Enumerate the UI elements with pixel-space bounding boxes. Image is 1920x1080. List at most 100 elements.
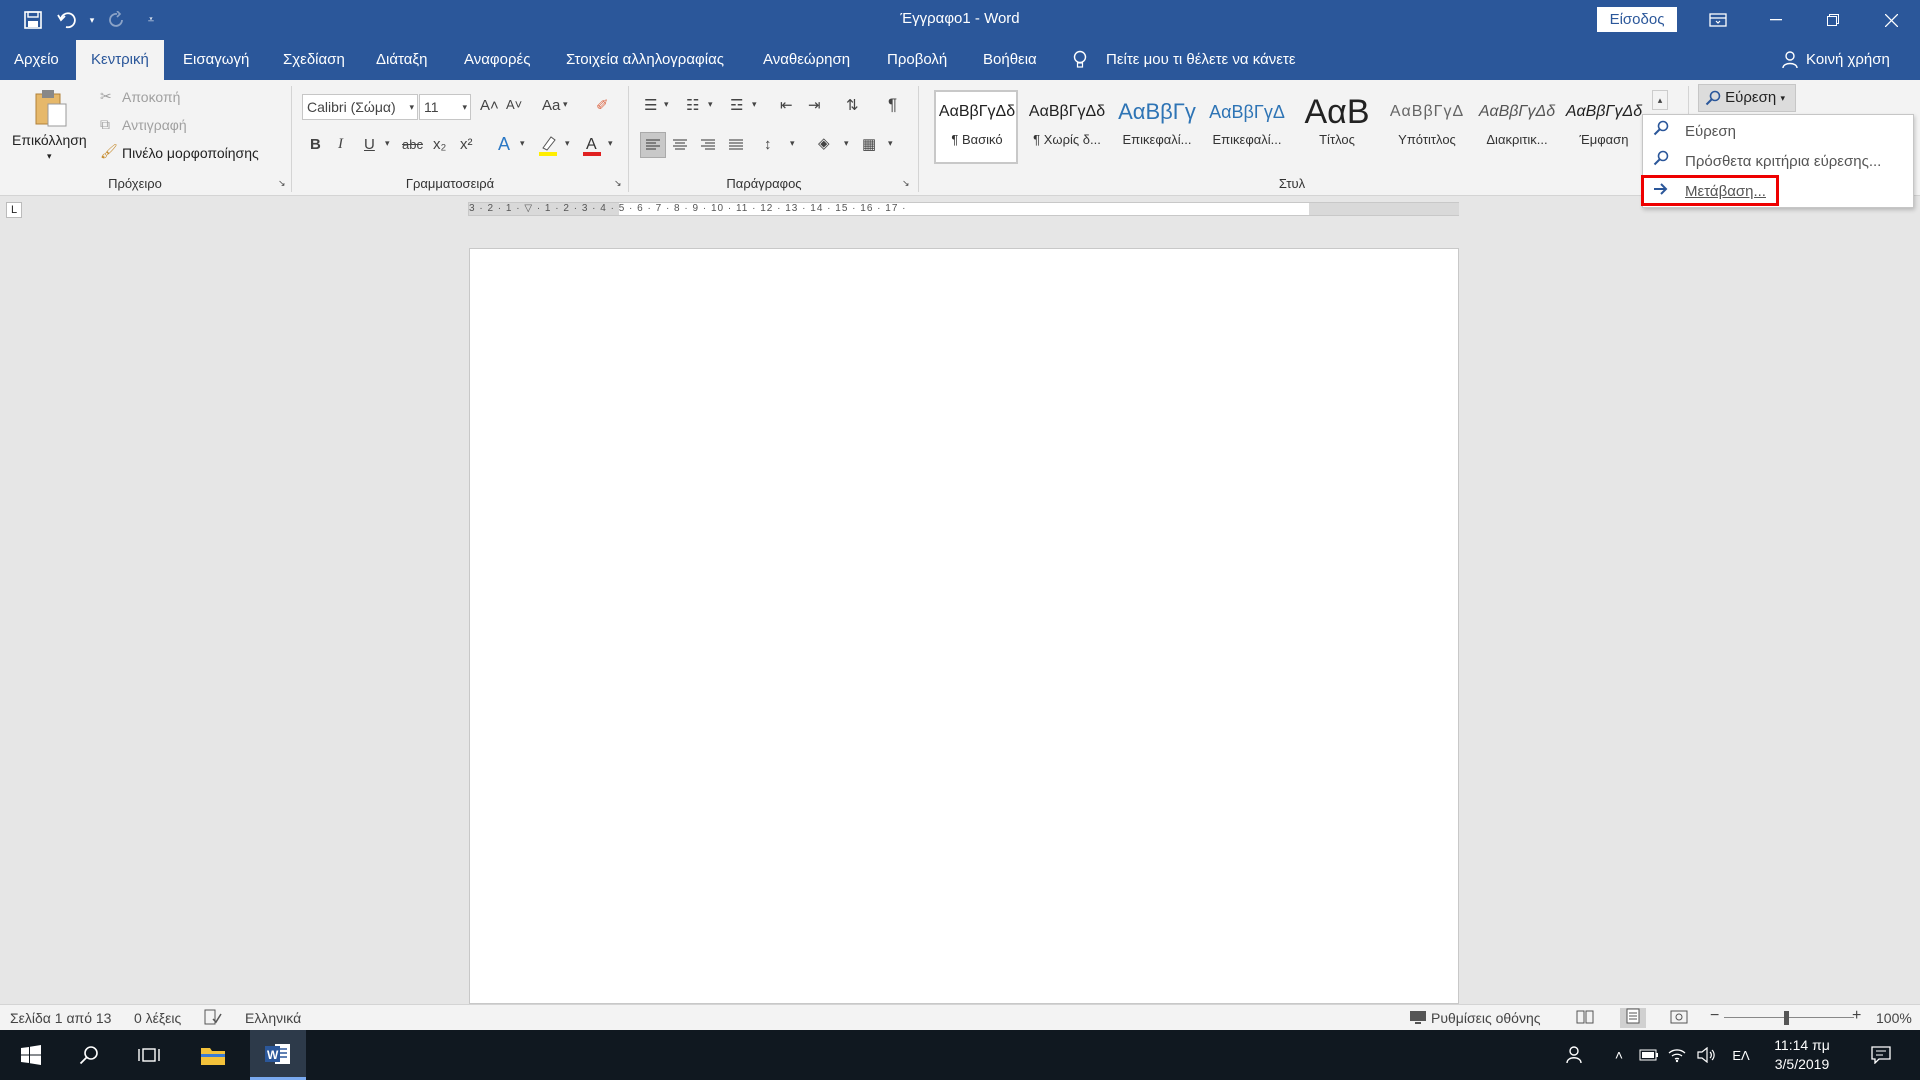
input-language[interactable]: ΕΛ xyxy=(1726,1030,1756,1080)
minimize-icon[interactable] xyxy=(1753,0,1799,40)
task-view-icon[interactable] xyxy=(124,1030,174,1080)
find-button[interactable]: Εύρεση ▾ xyxy=(1698,84,1796,112)
tab-help[interactable]: Βοήθεια xyxy=(983,40,1037,80)
show-formatting-icon[interactable]: ¶ xyxy=(888,95,897,115)
paragraph-launcher-icon[interactable]: ↘ xyxy=(902,178,910,189)
decrease-indent-icon[interactable]: ⇤ xyxy=(780,96,793,114)
style-no-spacing[interactable]: ΑαΒβΓγΔδ ¶ Χωρίς δ... xyxy=(1024,92,1110,162)
strikethrough-icon[interactable]: abc xyxy=(402,137,423,152)
tell-me-search[interactable]: Πείτε μου τι θέλετε να κάνετε xyxy=(1106,40,1296,80)
search-icon[interactable] xyxy=(64,1030,114,1080)
tab-review[interactable]: Αναθεώρηση xyxy=(763,40,850,80)
highlight-dropdown-icon[interactable]: ▾ xyxy=(565,138,570,149)
multilevel-dropdown-icon[interactable]: ▾ xyxy=(752,99,757,110)
tab-view[interactable]: Προβολή xyxy=(887,40,947,80)
tab-insert[interactable]: Εισαγωγή xyxy=(183,40,249,80)
notifications-icon[interactable] xyxy=(1856,1030,1906,1080)
proofing-icon[interactable] xyxy=(204,1009,222,1028)
print-layout-icon[interactable] xyxy=(1620,1008,1646,1028)
format-painter-button[interactable]: Πινέλο μορφοποίησης xyxy=(122,145,259,161)
align-center-icon[interactable] xyxy=(668,133,692,157)
font-name-box[interactable]: Calibri (Σώμα) ▾ xyxy=(302,94,418,120)
bold-icon[interactable]: B xyxy=(310,136,321,153)
style-subtle-emphasis[interactable]: ΑαΒβΓγΔδ Διακριτικ... xyxy=(1474,92,1560,162)
superscript-icon[interactable]: x² xyxy=(460,136,473,153)
paste-dropdown-icon[interactable]: ▾ xyxy=(47,151,52,162)
style-heading1[interactable]: ΑαΒβΓγ Επικεφαλί... xyxy=(1114,92,1200,162)
italic-icon[interactable]: I xyxy=(338,136,343,153)
copy-button[interactable]: Αντιγραφή xyxy=(122,117,187,133)
volume-icon[interactable] xyxy=(1694,1030,1720,1080)
clear-formatting-icon[interactable]: ✐ xyxy=(596,96,609,114)
document-page[interactable] xyxy=(469,248,1459,1004)
read-mode-icon[interactable] xyxy=(1576,1009,1594,1028)
page-count[interactable]: Σελίδα 1 από 13 xyxy=(10,1010,111,1026)
bullets-dropdown-icon[interactable]: ▾ xyxy=(664,99,669,110)
align-left-icon[interactable] xyxy=(640,132,666,158)
horizontal-ruler[interactable]: 3 · 2 · 1 · ▽ · 1 · 2 · 3 · 4 · 5 · 6 · … xyxy=(468,202,1459,216)
shrink-font-icon[interactable]: A˅ xyxy=(506,97,522,112)
align-right-icon[interactable] xyxy=(696,133,720,157)
restore-icon[interactable] xyxy=(1810,0,1856,40)
zoom-out-button[interactable]: − xyxy=(1710,1007,1719,1025)
paste-icon[interactable] xyxy=(34,88,68,128)
tab-layout[interactable]: Διάταξη xyxy=(376,40,427,80)
menu-item-find[interactable]: Εύρεση xyxy=(1643,118,1913,146)
change-case-dropdown-icon[interactable]: ▾ xyxy=(563,99,568,110)
close-icon[interactable] xyxy=(1868,0,1914,40)
borders-icon[interactable]: ▦ xyxy=(862,135,876,153)
tab-mailings[interactable]: Στοιχεία αλληλογραφίας xyxy=(566,40,724,80)
bullets-icon[interactable]: ☰ xyxy=(644,96,657,114)
zoom-level[interactable]: 100% xyxy=(1876,1010,1912,1026)
style-emphasis[interactable]: ΑαΒβΓγΔδ Έμφαση xyxy=(1564,92,1644,162)
people-icon[interactable] xyxy=(1550,1030,1600,1080)
chevron-up-icon[interactable]: ˄ xyxy=(1606,1030,1632,1080)
sort-icon[interactable]: ⇅ xyxy=(846,96,859,114)
signin-button[interactable]: Είσοδος xyxy=(1597,7,1677,32)
shading-icon[interactable]: ◈ xyxy=(818,134,830,152)
taskbar-clock[interactable]: 11:14 πμ 3/5/2019 xyxy=(1762,1036,1842,1074)
zoom-slider-thumb[interactable] xyxy=(1784,1011,1789,1025)
style-subtitle[interactable]: ΑαΒβΓγΔ Υπότιτλος xyxy=(1384,92,1470,162)
font-launcher-icon[interactable]: ↘ xyxy=(614,178,622,189)
numbering-icon[interactable]: ☷ xyxy=(686,96,699,114)
zoom-slider-track[interactable] xyxy=(1724,1017,1854,1018)
increase-indent-icon[interactable]: ⇥ xyxy=(808,96,821,114)
style-heading2[interactable]: ΑαΒβΓγΔ Επικεφαλί... xyxy=(1204,92,1290,162)
numbering-dropdown-icon[interactable]: ▾ xyxy=(708,99,713,110)
font-color-dropdown-icon[interactable]: ▾ xyxy=(608,138,613,149)
share-person-icon[interactable] xyxy=(1782,40,1798,80)
line-spacing-icon[interactable]: ↕ xyxy=(764,136,772,153)
text-effects-icon[interactable]: A xyxy=(498,134,510,155)
web-layout-icon[interactable] xyxy=(1670,1009,1688,1028)
file-explorer-icon[interactable] xyxy=(188,1030,238,1080)
tab-file[interactable]: Αρχείο xyxy=(14,40,59,80)
styles-scroll-up-icon[interactable]: ▴ xyxy=(1652,90,1668,110)
menu-item-advanced-find[interactable]: Πρόσθετα κριτήρια εύρεσης... xyxy=(1643,148,1913,176)
underline-icon[interactable]: U xyxy=(364,136,375,153)
cut-button[interactable]: Αποκοπή xyxy=(122,89,180,105)
style-title[interactable]: ΑαΒ Τίτλος xyxy=(1294,92,1380,162)
paste-button[interactable]: Επικόλληση xyxy=(12,132,87,148)
subscript-icon[interactable]: x₂ xyxy=(433,136,446,153)
change-case-icon[interactable]: Aa xyxy=(542,97,560,114)
zoom-in-button[interactable]: + xyxy=(1852,1007,1861,1025)
underline-dropdown-icon[interactable]: ▾ xyxy=(385,138,390,149)
windows-start-icon[interactable] xyxy=(6,1030,56,1080)
ribbon-display-options-icon[interactable] xyxy=(1695,0,1741,40)
highlight-color-icon[interactable] xyxy=(538,134,558,156)
display-settings-button[interactable]: Ρυθμίσεις οθόνης xyxy=(1431,1010,1540,1026)
text-effects-dropdown-icon[interactable]: ▾ xyxy=(520,138,525,149)
tab-selector[interactable]: L xyxy=(6,202,22,218)
tab-references[interactable]: Αναφορές xyxy=(464,40,530,80)
multilevel-list-icon[interactable]: ☲ xyxy=(730,96,743,114)
language-indicator[interactable]: Ελληνικά xyxy=(245,1010,301,1026)
line-spacing-dropdown-icon[interactable]: ▾ xyxy=(790,138,795,149)
word-taskbar-icon[interactable]: W xyxy=(250,1030,306,1080)
word-count[interactable]: 0 λέξεις xyxy=(134,1010,181,1026)
shading-dropdown-icon[interactable]: ▾ xyxy=(844,138,849,149)
tab-home[interactable]: Κεντρική xyxy=(76,40,164,80)
battery-icon[interactable] xyxy=(1636,1030,1662,1080)
wifi-icon[interactable] xyxy=(1664,1030,1690,1080)
clipboard-launcher-icon[interactable]: ↘ xyxy=(278,178,286,189)
